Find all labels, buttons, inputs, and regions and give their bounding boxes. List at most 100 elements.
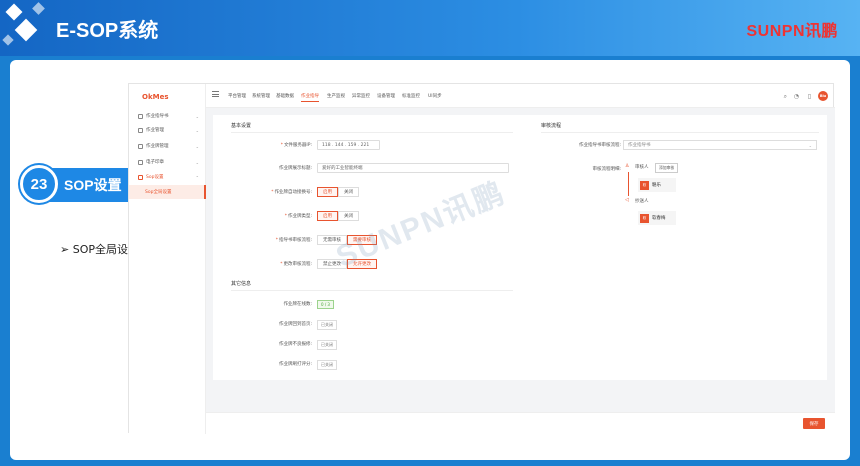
option-off[interactable]: 关闭 [338,211,359,221]
diamond-decoration [14,18,38,42]
page-title-label: 作业牌展示标题: [278,166,312,171]
online-count-tag: 0 / 3 [317,300,334,309]
page-title-input[interactable]: 爱好的工业智能终端 [317,163,509,173]
option-no-review[interactable]: 无需审核 [317,235,347,245]
section-number: 23 [20,165,58,203]
avatar[interactable]: Blu [818,91,828,101]
add-approver-button[interactable]: 添加审核 [655,163,679,173]
score-tag: 已关闭 [317,360,337,370]
approver-label: 审核人 [635,165,649,170]
option-need-review[interactable]: 需要审核 [347,235,377,245]
nav-tab[interactable]: 生产监视 [327,93,345,99]
repair-tag: 已关闭 [317,340,337,350]
option-on[interactable]: 启用 [317,187,338,197]
divider [541,132,819,133]
option-off[interactable]: 关闭 [338,187,359,197]
sidebar-item-label: 作业牌管理 [146,144,169,149]
option-allow[interactable]: 允许更改 [347,259,377,269]
nav-tab[interactable]: 标准监控 [402,93,420,99]
gear-icon [138,174,143,180]
sidebar-item-label: Sop全局设置 [145,190,172,195]
review-flow-select[interactable]: 作业指导书 ⌄ [623,140,817,150]
section-title: SOP设置 [64,177,122,193]
sidebar-item-label: 作业管理 [146,128,164,133]
flow-line [628,172,629,196]
sidebar-item-label: Sop设置 [146,175,164,180]
doc-icon [138,113,143,119]
diamond-decoration [32,2,45,15]
chevron-down-icon: ⌄ [195,143,199,149]
app-window: OkMes 作业指导书 ⌄ 作业管理 ⌄ 作业牌管理 ⌄ 电子印章 ⌄ Sop设… [128,83,835,434]
type-label: *作业牌类型: [284,214,312,219]
app-content: 基本设置 *文件服务器IP: 118 . 144 . 159 . 221 作业牌… [206,108,835,412]
approver-card: 软 駱乐 [638,178,676,192]
settings-panel: 基本设置 *文件服务器IP: 118 . 144 . 159 . 221 作业牌… [213,115,827,380]
brand-logo: SUNPN讯鹏 [746,23,838,40]
chevron-down-icon: ⌄ [195,159,199,165]
nav-tab[interactable]: 设备管理 [377,93,395,99]
score-label: 作业牌刷打评分: [278,362,312,367]
app-footer: 保存 [206,412,835,434]
review-select-label: 作业指导书审核流程: [578,143,621,148]
change-flow-label: *更改审核流程: [280,262,312,267]
section-other-title: 其它信息 [231,281,252,287]
slide-title: E-SOP系统 [56,20,159,42]
task-icon [138,127,143,133]
sidebar-item-label: 作业指导书 [146,114,169,119]
file-server-ip-input[interactable]: 118 . 144 . 159 . 221 [317,140,380,150]
auto-switch-toggle[interactable]: 启用 关闭 [317,187,359,197]
sidebar-item-sop-global[interactable]: Sop全局设置 [129,185,206,199]
nav-tab[interactable]: 系统管理 [252,93,270,99]
cc-icon: ◁ [625,197,629,203]
section-basic-title: 基本设置 [231,123,252,129]
nav-tab-active[interactable]: 作业指导 [301,93,319,102]
app-sidebar: OkMes 作业指导书 ⌄ 作业管理 ⌄ 作业牌管理 ⌄ 电子印章 ⌄ Sop设… [129,84,206,434]
repair-label: 作业牌不良报修: [278,342,312,347]
cc-name: 软春梅 [652,216,666,221]
home-label: 作业牌回到首页: [278,322,312,327]
settings-icon[interactable]: ▯ [808,93,811,100]
seal-icon [138,159,143,165]
nav-tab[interactable]: UI同步 [428,93,442,99]
review-node-label: 审核流程明细: [592,167,621,172]
auto-switch-label: *作业牌自动接换号: [271,190,312,195]
cc-avatar: 软 [640,213,649,223]
online-count-label: 作业牌在线数: [283,302,312,307]
search-icon[interactable]: ⌕ [784,93,787,101]
board-icon [138,143,143,149]
review-flow-toggle[interactable]: 无需审核 需要审核 [317,235,377,245]
approver-avatar: 软 [640,180,649,190]
nav-tab[interactable]: 平台管理 [228,93,246,99]
menu-icon[interactable] [212,91,219,97]
chevron-up-icon: ⌃ [195,174,199,180]
option-on[interactable]: 启用 [317,211,338,221]
section-review-title: 审核流程 [541,123,562,129]
app-topbar: 平台管理 系统管理 基础数据 作业指导 生产监视 异常监控 设备管理 标准监控 … [206,84,835,108]
sidebar-item-work[interactable]: 作业管理 ⌄ [129,123,206,137]
review-flow-label: *指导书审核流程: [275,238,312,243]
type-toggle[interactable]: 启用 关闭 [317,211,359,221]
save-button[interactable]: 保存 [803,418,825,429]
sidebar-item-board[interactable]: 作业牌管理 ⌄ [129,139,206,153]
bell-icon[interactable]: ◔ [794,93,799,100]
user-icon: ♙ [625,163,630,169]
change-flow-toggle[interactable]: 禁止更改 允许更改 [317,259,377,269]
sidebar-item-sop-settings[interactable]: Sop设置 ⌃ [129,170,206,184]
cc-card: 软 软春梅 [638,211,676,225]
slide-header: E-SOP系统 SUNPN讯鹏 [0,0,860,56]
divider [231,132,513,133]
sidebar-item-label: 电子印章 [146,160,164,165]
nav-tab[interactable]: 异常监控 [352,93,370,99]
chevron-down-icon: ⌄ [195,127,199,133]
sidebar-item-guide[interactable]: 作业指导书 ⌄ [129,109,206,123]
approver-name: 駱乐 [652,183,661,188]
sidebar-item-seal[interactable]: 电子印章 ⌄ [129,155,206,169]
chevron-down-icon: ⌄ [808,142,812,148]
divider [231,290,513,291]
file-server-label: *文件服务器IP: [280,143,312,148]
app-logo: OkMes [142,93,169,101]
diamond-decoration [2,34,14,46]
nav-tab[interactable]: 基础数据 [276,93,294,99]
option-forbid[interactable]: 禁止更改 [317,259,347,269]
diamond-decoration [5,3,23,21]
